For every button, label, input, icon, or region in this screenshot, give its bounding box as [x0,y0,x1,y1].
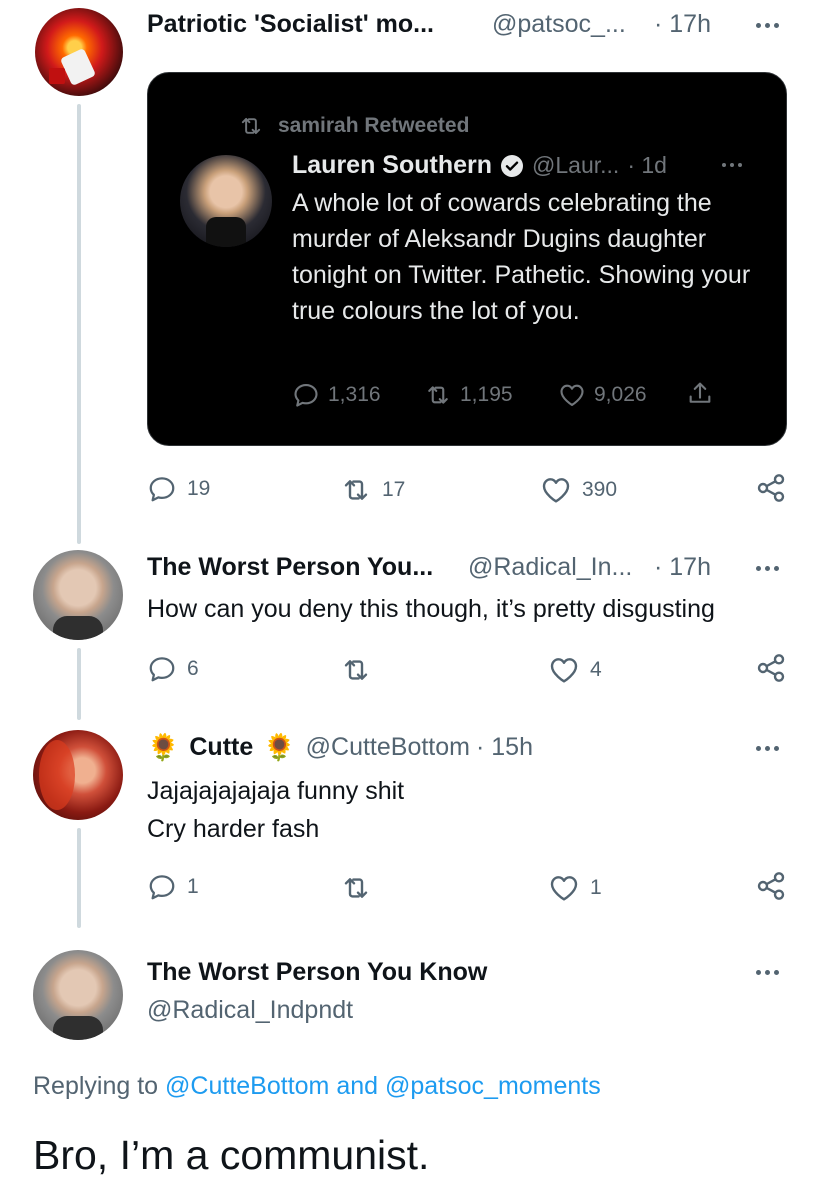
like-count: 1 [590,876,602,899]
replying-prefix: Replying to [33,1072,159,1100]
like-button[interactable]: 1 [548,872,602,904]
more-icon[interactable] [756,23,779,28]
reply-icon [147,872,177,902]
reply-button[interactable]: 19 [147,474,210,504]
mention-patsoc[interactable]: @patsoc_moments [385,1072,601,1100]
more-icon[interactable] [756,970,779,975]
replying-to: Replying to @CutteBottom and @patsoc_mom… [33,1072,601,1101]
retweet-icon [340,474,372,506]
retweet-icon [340,654,372,686]
author-handle[interactable]: @Radical_In... [468,553,632,582]
quoted-reply-count: 1,316 [328,383,381,406]
like-icon [540,474,572,506]
like-count: 390 [582,478,618,501]
upload-icon [686,379,714,407]
quoted-tweet-screenshot[interactable]: samirah Retweeted Lauren Southern @Laur.… [147,72,787,446]
more-icon[interactable] [756,746,779,751]
tweet-text-line1: Jajajajajajaja funny shit [147,777,405,805]
like-icon [548,872,580,904]
tweet-time[interactable]: · 17h [654,10,711,39]
retweet-icon [340,872,372,904]
quoted-author-name[interactable]: Lauren Southern [292,151,492,180]
share-button[interactable] [755,652,787,684]
mention-and: and [336,1072,379,1100]
author-handle[interactable]: @CutteBottom [306,733,470,762]
share-icon [755,652,787,684]
author-handle[interactable]: @Radical_Indpndt [147,996,353,1025]
share-button[interactable] [755,472,787,504]
reply-count: 1 [187,875,199,898]
like-button[interactable]: 390 [540,474,617,506]
author-handle[interactable]: @patsoc_... [492,10,626,39]
retweet-icon [424,381,452,409]
verified-icon [501,154,524,177]
more-icon[interactable] [756,566,779,571]
avatar-worst-person[interactable] [33,550,123,640]
like-button[interactable]: 4 [548,654,602,686]
tweet-text-line2: Cry harder fash [147,815,320,843]
avatar-patsoc[interactable] [35,8,123,96]
quoted-header: Lauren Southern @Laur... · 1d [292,151,667,180]
thread-line [77,104,81,544]
share-icon [755,870,787,902]
retweet-button[interactable]: 17 [340,474,405,506]
retweet-icon [238,113,264,139]
like-count: 4 [590,658,602,681]
avatar-worst-person[interactable] [33,950,123,1040]
share-icon [755,472,787,504]
author-name[interactable]: The Worst Person You Know [147,958,487,987]
reply-icon [147,474,177,504]
quoted-share-button[interactable] [686,379,714,407]
reply-button[interactable]: 6 [147,654,199,684]
quoted-like-count: 9,026 [594,383,647,406]
quoted-like-button[interactable]: 9,026 [558,381,647,409]
tweet-text: How can you deny this though, it’s prett… [147,595,715,623]
author-name[interactable]: Cutte [189,733,253,762]
tweet-text: Bro, I’m a communist. [33,1132,430,1178]
reply-count: 19 [187,477,211,500]
like-icon [548,654,580,686]
tweet-time[interactable]: · 15h [476,733,533,762]
cutte-header: 🌻 Cutte 🌻 @CutteBottom · 15h [147,732,533,763]
avatar-cutte[interactable] [33,730,123,820]
reply-count: 6 [187,657,199,680]
quoted-retweet-count: 1,195 [460,383,513,406]
more-icon[interactable] [722,163,742,167]
avatar-lauren[interactable] [180,155,272,247]
sunflower-icon: 🌻 [263,732,296,762]
retweet-button[interactable] [340,654,372,686]
thread-line [77,828,81,928]
sunflower-icon: 🌻 [147,732,180,762]
quoted-tweet-text: A whole lot of cowards celebrating the m… [292,189,751,325]
author-name[interactable]: The Worst Person You... [147,553,433,582]
retweet-label: samirah Retweeted [278,114,470,137]
retweet-button[interactable] [340,872,372,904]
reply-button[interactable]: 1 [147,872,199,902]
quoted-retweet-button[interactable]: 1,195 [424,381,513,409]
quoted-author-handle[interactable]: @Laur... [532,152,619,179]
thread-line [77,648,81,720]
reply-icon [292,381,320,409]
author-name[interactable]: Patriotic 'Socialist' mo... [147,10,434,39]
retweet-count: 17 [382,478,406,501]
quoted-time: · 1d [627,152,667,178]
tweet-time[interactable]: · 17h [654,553,711,582]
like-icon [558,381,586,409]
quoted-reply-button[interactable]: 1,316 [292,381,381,409]
reply-icon [147,654,177,684]
retweet-context: samirah Retweeted [238,113,469,139]
share-button[interactable] [755,870,787,902]
mention-cuttebottom[interactable]: @CutteBottom [165,1072,329,1100]
